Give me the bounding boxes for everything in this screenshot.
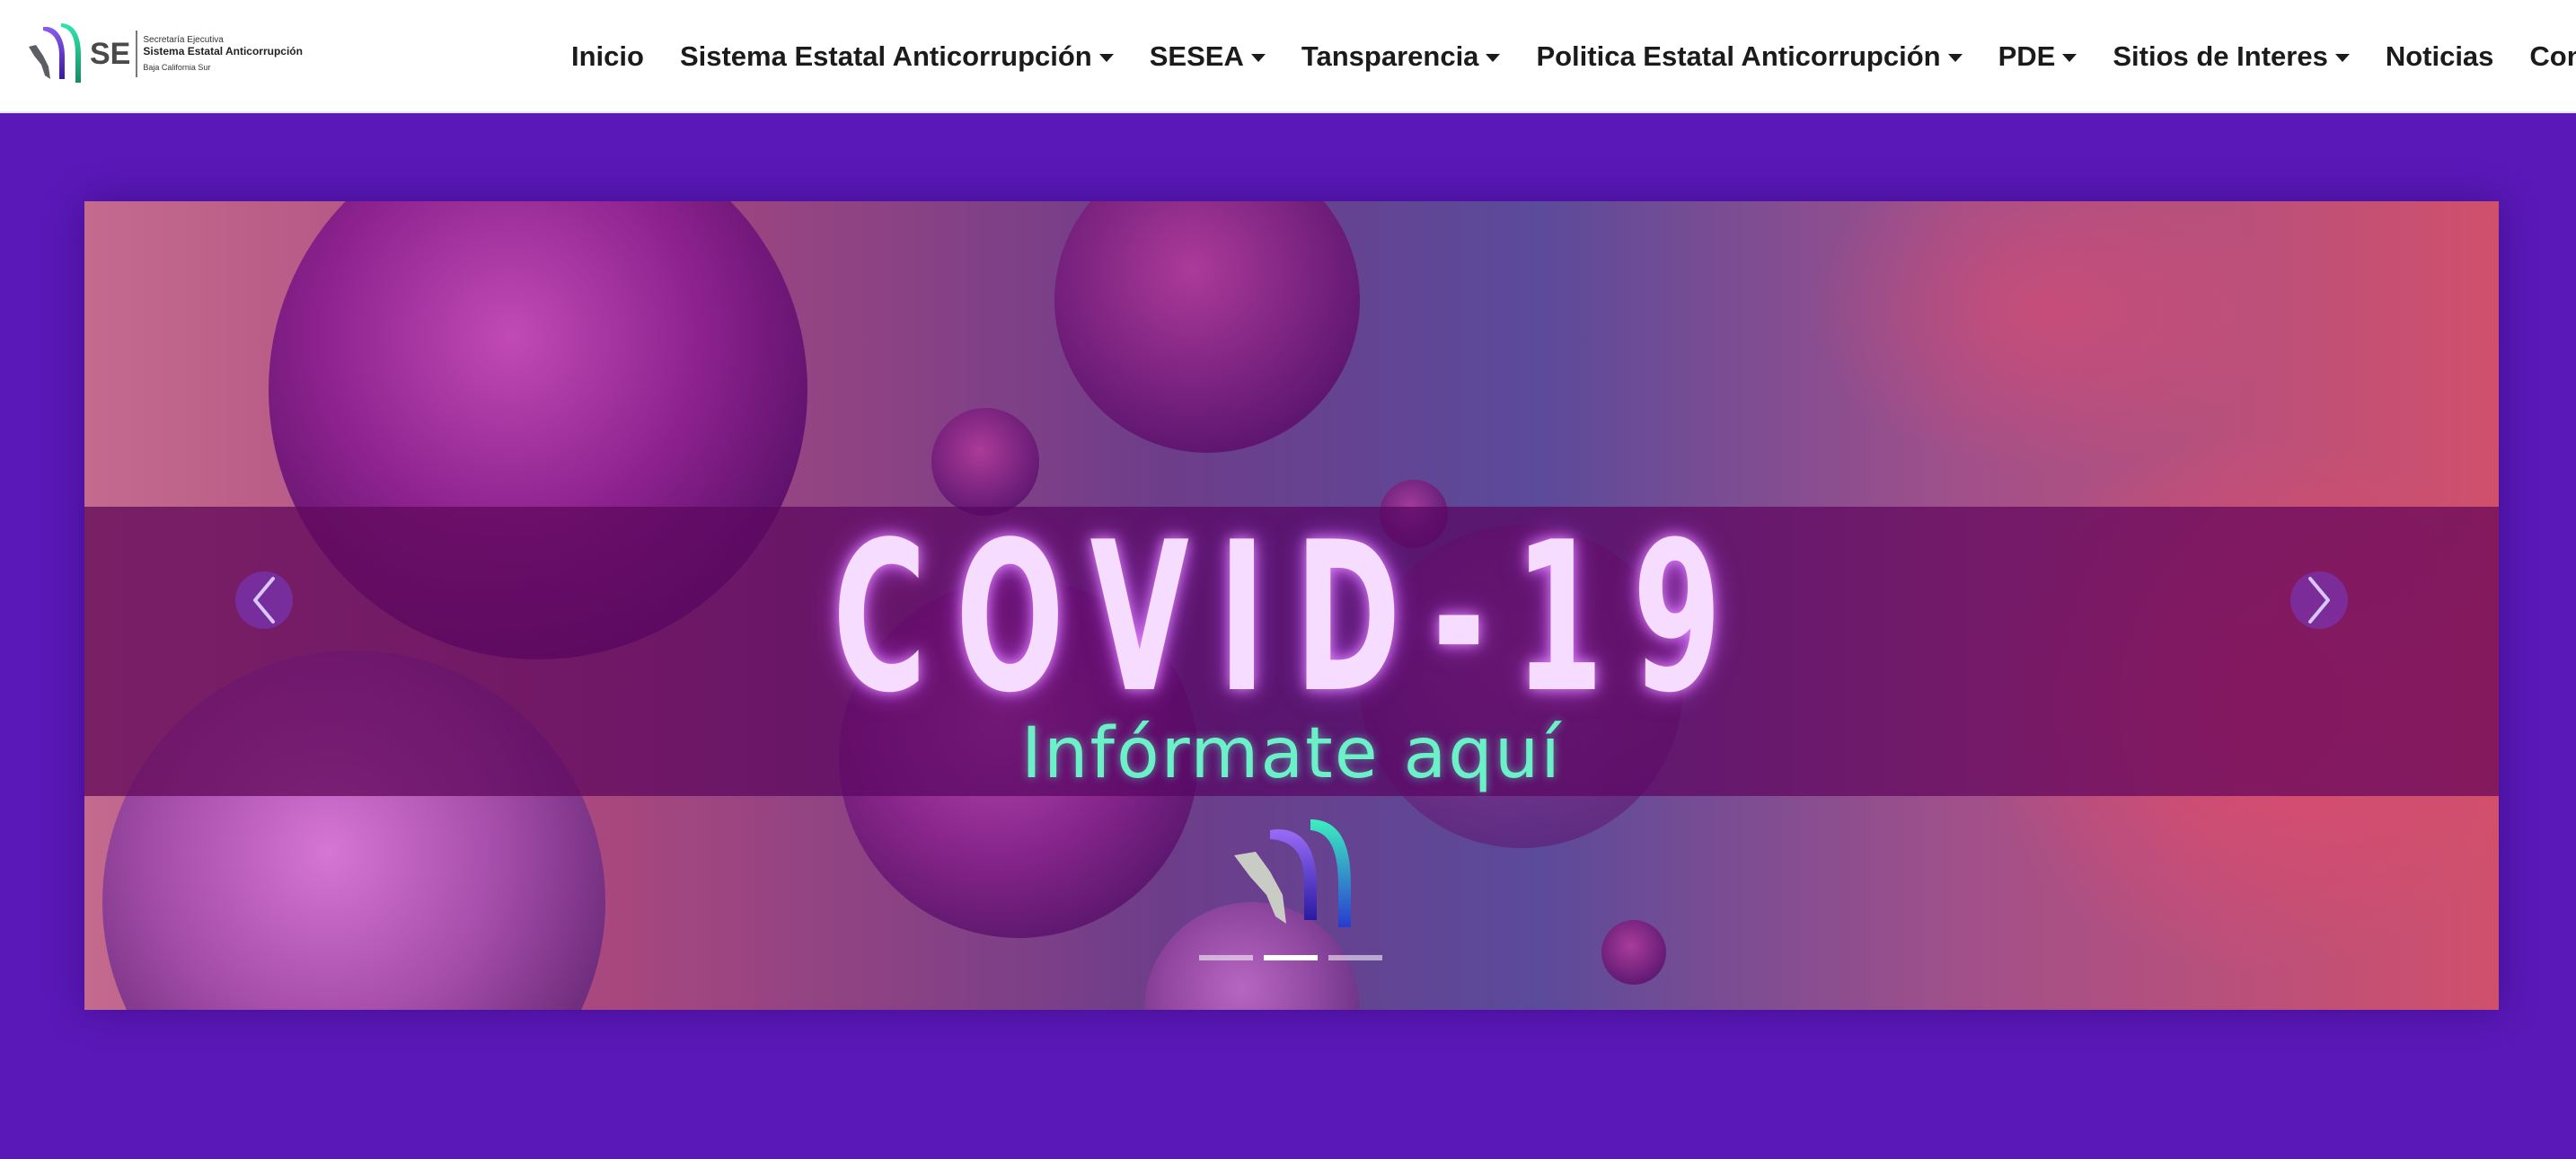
navbar: SE Secretaría Ejecutiva Sistema Estatal … — [0, 0, 2576, 113]
carousel-indicator-3[interactable] — [1328, 955, 1382, 960]
nav-item-label: Noticias — [2385, 40, 2494, 72]
nav-item-label: Contacto — [2529, 40, 2576, 72]
carousel-indicators — [1199, 955, 1382, 960]
slide-logo-icon — [1234, 819, 1351, 927]
caret-down-icon — [2062, 53, 2078, 62]
hero-carousel: COVID-19 Infórmate aquí — [84, 201, 2499, 1010]
caret-down-icon — [2334, 53, 2350, 62]
carousel-indicator-1[interactable] — [1199, 955, 1253, 960]
main-menu: Inicio Sistema Estatal Anticorrupción SE… — [553, 0, 2576, 113]
nav-item-label: PDE — [1998, 40, 2056, 72]
nav-item-sesea[interactable]: SESEA — [1132, 40, 1284, 73]
slide-subtitle: Infórmate aquí — [1021, 713, 1562, 794]
logo-line-1: Secretaría Ejecutiva — [143, 35, 224, 46]
caret-down-icon — [1250, 53, 1266, 62]
logo-mark-icon — [29, 23, 81, 83]
nav-item-label: Inicio — [571, 40, 644, 72]
nav-item-inicio[interactable]: Inicio — [553, 40, 662, 73]
carousel-indicator-2[interactable] — [1264, 955, 1318, 960]
nav-item-noticias[interactable]: Noticias — [2368, 40, 2512, 73]
nav-item-label: Tansparencia — [1301, 40, 1479, 72]
nav-item-label: Sitios de Interes — [2113, 40, 2328, 72]
nav-item-sitios-de-interes[interactable]: Sitios de Interes — [2095, 40, 2367, 73]
nav-item-label: Sistema Estatal Anticorrupción — [679, 40, 1092, 72]
nav-item-label: SESEA — [1149, 40, 1244, 72]
logo-line-2: Sistema Estatal Anticorrupción — [143, 44, 303, 58]
chevron-right-icon — [2308, 577, 2330, 624]
nav-item-politica-estatal[interactable]: Politica Estatal Anticorrupción — [1518, 40, 1980, 73]
logo-text: Secretaría Ejecutiva Sistema Estatal Ant… — [143, 35, 303, 73]
caret-down-icon — [1947, 53, 1963, 62]
logo-abbreviation: SE — [90, 36, 131, 71]
carousel-next-button[interactable] — [2290, 571, 2348, 629]
caret-down-icon — [1098, 53, 1114, 62]
logo-divider — [136, 31, 138, 77]
carousel-prev-button[interactable] — [235, 571, 293, 629]
logo-line-3: Baja California Sur — [143, 63, 211, 73]
caret-down-icon — [1486, 53, 1501, 62]
site-logo[interactable]: SE Secretaría Ejecutiva Sistema Estatal … — [25, 20, 303, 88]
nav-item-sistema-estatal[interactable]: Sistema Estatal Anticorrupción — [662, 40, 1132, 73]
nav-item-pde[interactable]: PDE — [1981, 40, 2095, 73]
nav-item-contacto[interactable]: Contacto — [2511, 40, 2576, 73]
nav-item-label: Politica Estatal Anticorrupción — [1536, 40, 1941, 72]
chevron-left-icon — [253, 577, 275, 624]
slide-title: COVID-19 — [832, 499, 1751, 739]
nav-item-transparencia[interactable]: Tansparencia — [1284, 40, 1519, 73]
